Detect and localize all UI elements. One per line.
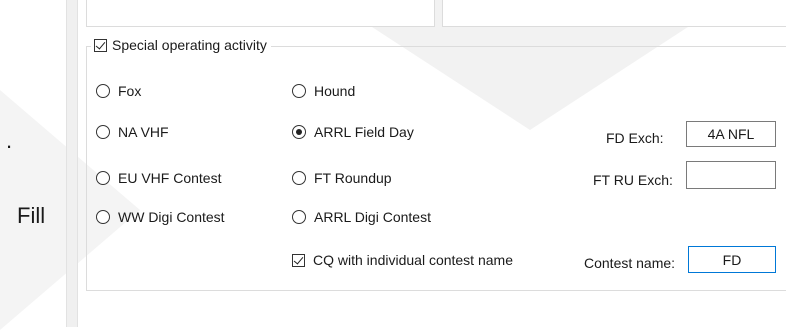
contest-name-label: Contest name: [584, 255, 676, 271]
ft-ru-exch-label: FT RU Exch: [593, 172, 673, 188]
checkbox-box[interactable] [292, 253, 305, 267]
radio-circle-icon[interactable] [292, 171, 306, 185]
radio-circle-icon[interactable] [96, 84, 110, 98]
radio-fox[interactable]: Fox [96, 83, 141, 99]
radio-ft-roundup[interactable]: FT Roundup [292, 170, 392, 186]
radio-circle-icon[interactable] [96, 125, 110, 139]
radio-na-vhf-label: NA VHF [118, 124, 169, 140]
background-dot-text: . [6, 128, 13, 153]
radio-hound-label: Hound [314, 83, 356, 99]
radio-arrl-digi-contest[interactable]: ARRL Digi Contest [292, 209, 431, 225]
cq-individual-contest-name-label: CQ with individual contest name [313, 252, 513, 268]
radio-arrl-field-day-label: ARRL Field Day [314, 124, 414, 140]
radio-ww-digi-contest[interactable]: WW Digi Contest [96, 209, 225, 225]
fd-exch-value: 4A NFL [707, 126, 755, 142]
vertical-scrollbar[interactable] [66, 0, 78, 327]
radio-circle-icon[interactable] [292, 210, 306, 224]
checkmark-icon [95, 38, 106, 50]
contest-name-value: FD [722, 251, 742, 268]
cq-individual-contest-name-checkbox[interactable]: CQ with individual contest name [292, 252, 513, 268]
background-fill-text: Fill [17, 203, 46, 228]
special-operating-activity-checkbox[interactable]: Special operating activity [91, 37, 271, 53]
ft-ru-exch-input[interactable] [686, 161, 776, 189]
checkmark-icon [293, 253, 304, 265]
radio-hound[interactable]: Hound [292, 83, 355, 99]
radio-circle-icon[interactable] [96, 210, 110, 224]
radio-na-vhf[interactable]: NA VHF [96, 124, 169, 140]
radio-selected-icon[interactable] [292, 125, 306, 139]
fd-exch-input[interactable]: 4A NFL [686, 121, 776, 147]
radio-arrl-digi-label: ARRL Digi Contest [314, 209, 431, 225]
radio-eu-vhf-contest[interactable]: EU VHF Contest [96, 170, 221, 186]
checkbox-box[interactable] [94, 38, 107, 52]
fd-exch-label: FD Exch: [606, 130, 664, 146]
radio-fox-label: Fox [118, 83, 142, 99]
radio-arrl-field-day[interactable]: ARRL Field Day [292, 124, 414, 140]
radio-ft-roundup-label: FT Roundup [314, 170, 392, 186]
contest-name-input[interactable]: FD [688, 246, 776, 273]
radio-circle-icon[interactable] [292, 84, 306, 98]
previous-group-panel-right [442, 0, 786, 27]
radio-ww-digi-label: WW Digi Contest [118, 209, 225, 225]
radio-circle-icon[interactable] [96, 171, 110, 185]
special-operating-activity-label: Special operating activity [112, 37, 267, 53]
radio-eu-vhf-label: EU VHF Contest [118, 170, 222, 186]
radio-dot-icon [296, 129, 302, 135]
previous-group-panel-left [86, 0, 435, 27]
